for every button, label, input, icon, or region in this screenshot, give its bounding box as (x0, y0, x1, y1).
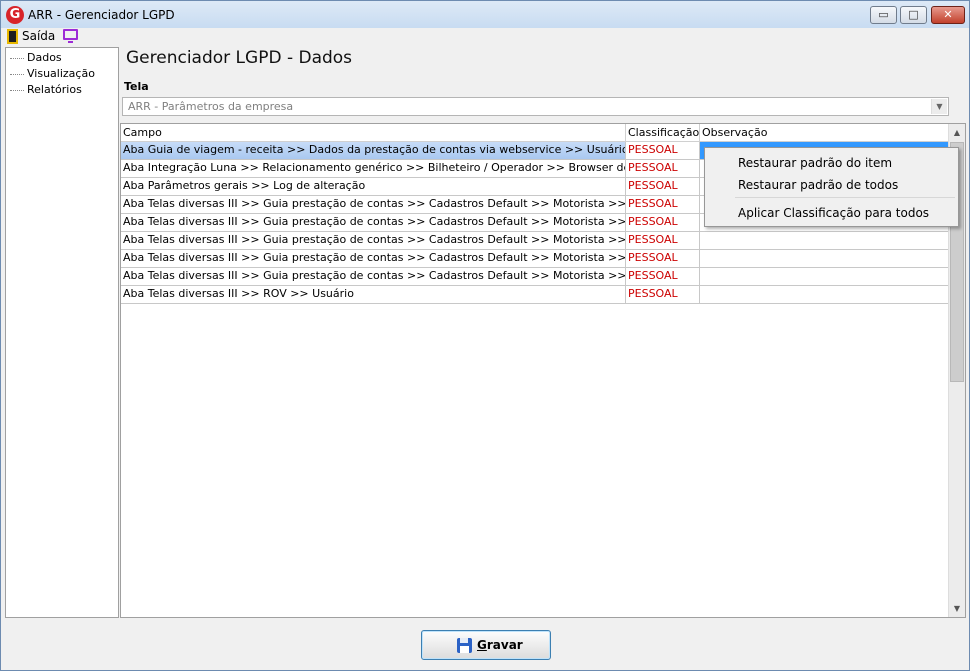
scroll-up-icon[interactable]: ▲ (949, 124, 965, 141)
app-logo-icon: G (6, 6, 24, 24)
classification-value: PESSOAL (628, 251, 678, 264)
menu-item-restore-item[interactable]: Restaurar padrão do item (738, 156, 892, 170)
tree-connector (10, 73, 24, 75)
sidebar-item-label: Dados (27, 51, 62, 64)
classification-value: PESSOAL (628, 269, 678, 282)
tela-select-value: ARR - Parâmetros da empresa (128, 100, 294, 113)
save-button-label: Gravar (477, 638, 523, 652)
cell-campo[interactable]: Aba Telas diversas III >> Guia prestação… (121, 214, 626, 231)
cell-classificacao[interactable]: PESSOAL (626, 250, 700, 267)
chevron-down-icon[interactable]: ▼ (931, 99, 947, 114)
menu-item-apply-classification[interactable]: Aplicar Classificação para todos (738, 206, 929, 220)
menu-exit[interactable]: Saída (22, 29, 55, 43)
classification-value: PESSOAL (628, 215, 678, 228)
table-row[interactable]: Aba Telas diversas III >> Guia prestação… (121, 268, 949, 286)
cell-classificacao[interactable]: PESSOAL (626, 286, 700, 303)
cell-campo[interactable]: Aba Telas diversas III >> Guia prestação… (121, 268, 626, 285)
classification-value: PESSOAL (628, 233, 678, 246)
cell-classificacao[interactable]: PESSOAL (626, 142, 700, 159)
classification-value: PESSOAL (628, 161, 678, 174)
tela-label: Tela (124, 80, 149, 93)
cell-classificacao[interactable]: PESSOAL (626, 178, 700, 195)
cell-classificacao[interactable]: PESSOAL (626, 232, 700, 249)
minimize-button[interactable]: ▭ (870, 6, 897, 24)
grid-header: Campo Classificação Observação (121, 124, 949, 142)
cell-observacao[interactable] (700, 232, 949, 249)
close-button[interactable]: ✕ (931, 6, 965, 24)
tela-select[interactable]: ARR - Parâmetros da empresa ▼ (122, 97, 949, 116)
sidebar-item-visualizacao[interactable]: Visualização (10, 67, 95, 80)
sidebar-item-dados[interactable]: Dados (10, 51, 62, 64)
cell-classificacao[interactable]: PESSOAL (626, 160, 700, 177)
cell-observacao[interactable] (700, 250, 949, 267)
classification-value: PESSOAL (628, 197, 678, 210)
save-mnemonic: G (477, 638, 487, 652)
monitor-icon[interactable] (63, 29, 78, 43)
column-header-classificacao[interactable]: Classificação (626, 124, 700, 142)
classification-value: PESSOAL (628, 287, 678, 300)
cell-observacao[interactable] (700, 268, 949, 285)
table-row[interactable]: Aba Telas diversas III >> ROV >> Usuário… (121, 286, 949, 304)
sidebar-tree: Dados Visualização Relatórios (5, 47, 119, 618)
door-exit-icon[interactable] (7, 29, 18, 44)
save-button[interactable]: Gravar (421, 630, 551, 660)
cell-campo[interactable]: Aba Telas diversas III >> ROV >> Usuário (121, 286, 626, 303)
menu-bar (1, 28, 969, 46)
column-header-observacao[interactable]: Observação (700, 124, 949, 142)
cell-campo[interactable]: Aba Telas diversas III >> Guia prestação… (121, 196, 626, 213)
save-label-rest: ravar (486, 638, 523, 652)
scroll-down-icon[interactable]: ▼ (949, 600, 965, 617)
cell-classificacao[interactable]: PESSOAL (626, 196, 700, 213)
context-menu: Restaurar padrão do item Restaurar padrã… (704, 147, 959, 227)
sidebar-item-label: Visualização (27, 67, 95, 80)
cell-campo[interactable]: Aba Parâmetros gerais >> Log de alteraçã… (121, 178, 626, 195)
column-header-campo[interactable]: Campo (121, 124, 626, 142)
cell-campo[interactable]: Aba Guia de viagem - receita >> Dados da… (121, 142, 626, 159)
classification-value: PESSOAL (628, 143, 678, 156)
cell-campo[interactable]: Aba Telas diversas III >> Guia prestação… (121, 232, 626, 249)
menu-separator (735, 197, 955, 198)
sidebar-item-relatorios[interactable]: Relatórios (10, 83, 82, 96)
table-row[interactable]: Aba Telas diversas III >> Guia prestação… (121, 232, 949, 250)
maximize-button[interactable]: □ (900, 6, 927, 24)
floppy-disk-icon (457, 638, 472, 653)
cell-observacao[interactable] (700, 286, 949, 303)
window-title: ARR - Gerenciador LGPD (28, 8, 175, 22)
classification-value: PESSOAL (628, 179, 678, 192)
tree-connector (10, 89, 24, 91)
cell-classificacao[interactable]: PESSOAL (626, 268, 700, 285)
app-window: G ARR - Gerenciador LGPD ▭ □ ✕ Saída Dad… (0, 0, 970, 671)
tree-connector (10, 57, 24, 59)
sidebar-item-label: Relatórios (27, 83, 82, 96)
menu-item-restore-all[interactable]: Restaurar padrão de todos (738, 178, 898, 192)
cell-classificacao[interactable]: PESSOAL (626, 214, 700, 231)
page-title: Gerenciador LGPD - Dados (126, 48, 353, 68)
table-row[interactable]: Aba Telas diversas III >> Guia prestação… (121, 250, 949, 268)
cell-campo[interactable]: Aba Telas diversas III >> Guia prestação… (121, 250, 626, 267)
title-bar[interactable]: G ARR - Gerenciador LGPD ▭ □ ✕ (1, 1, 969, 29)
cell-campo[interactable]: Aba Integração Luna >> Relacionamento ge… (121, 160, 626, 177)
